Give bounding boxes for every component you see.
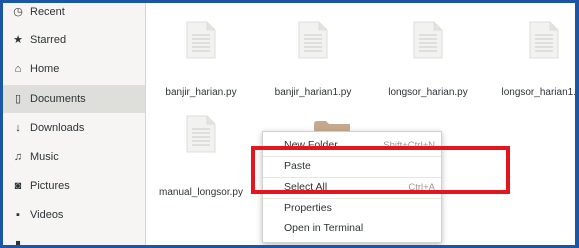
python-file-icon	[186, 21, 216, 59]
sidebar-item-starred[interactable]: ★ Starred	[3, 26, 145, 54]
document-icon: ▯	[14, 92, 22, 105]
clock-icon: ◷	[13, 5, 23, 18]
menu-item-label: Properties	[284, 202, 332, 214]
menu-item-new-folder[interactable]: New Folder Shift+Ctrl+N	[263, 135, 441, 155]
sidebar-item-label: Pictures	[30, 180, 70, 192]
sidebar-item-partial[interactable]: ▮	[3, 231, 145, 245]
menu-item-paste[interactable]: Paste	[263, 156, 441, 176]
menu-item-select-all[interactable]: Select All Ctrl+A	[263, 177, 441, 197]
file-name: longsor_harian1.py	[501, 87, 575, 98]
trash-icon: ▮	[14, 238, 22, 245]
sidebar-item-videos[interactable]: ▪ Videos	[3, 201, 145, 229]
sidebar-item-label: Home	[30, 63, 60, 75]
menu-item-label: Select All	[284, 181, 328, 193]
video-icon: ▪	[16, 208, 20, 221]
music-icon: ♫	[13, 150, 23, 163]
file-item[interactable]: banjir_harian1.py	[258, 21, 368, 111]
file-name: manual_longsor.py	[159, 187, 243, 198]
python-file-icon	[298, 21, 328, 59]
sidebar-item-label: Downloads	[30, 122, 85, 134]
file-name: banjir_harian1.py	[274, 87, 352, 98]
file-name: longsor_harian.py	[388, 87, 468, 98]
file-item[interactable]: manual_longsor.py	[146, 115, 256, 205]
python-file-icon	[186, 115, 216, 153]
sidebar-item-recent[interactable]: ◷ Recent	[3, 3, 145, 26]
menu-item-open-terminal[interactable]: Open in Terminal	[263, 218, 441, 238]
star-icon: ★	[13, 33, 23, 46]
context-menu: New Folder Shift+Ctrl+N Paste Select All…	[262, 131, 442, 243]
sidebar-item-label: Videos	[30, 209, 64, 221]
file-name: banjir_harian.py	[165, 87, 237, 98]
sidebar-item-downloads[interactable]: ↓ Downloads	[3, 114, 145, 142]
sidebar-item-label: Music	[30, 151, 59, 163]
python-file-icon	[529, 21, 559, 59]
file-item[interactable]: longsor_harian1.py	[489, 21, 575, 111]
menu-item-properties[interactable]: Properties	[263, 198, 441, 218]
menu-item-label: Open in Terminal	[284, 222, 364, 234]
menu-item-label: Paste	[284, 160, 311, 172]
home-icon: ⌂	[14, 62, 22, 75]
menu-item-label: New Folder	[284, 139, 338, 151]
sidebar: ◷ Recent ★ Starred ⌂ Home ▯ Documents ↓ …	[3, 3, 146, 245]
python-file-icon	[413, 21, 443, 59]
file-item[interactable]: banjir_harian.py	[146, 21, 256, 111]
sidebar-item-label: Starred	[30, 34, 67, 46]
download-icon: ↓	[15, 121, 21, 134]
sidebar-item-pictures[interactable]: ◙ Pictures	[3, 172, 145, 200]
camera-icon: ◙	[14, 179, 22, 192]
sidebar-item-label: Documents	[30, 93, 86, 105]
menu-item-shortcut: Ctrl+A	[408, 181, 435, 193]
file-item[interactable]: longsor_harian.py	[373, 21, 483, 111]
sidebar-item-home[interactable]: ⌂ Home	[3, 55, 145, 83]
sidebar-item-label: Recent	[30, 6, 65, 18]
file-manager-window: ◷ Recent ★ Starred ⌂ Home ▯ Documents ↓ …	[3, 3, 575, 245]
sidebar-item-music[interactable]: ♫ Music	[3, 143, 145, 171]
sidebar-item-documents[interactable]: ▯ Documents	[3, 85, 145, 113]
menu-item-shortcut: Shift+Ctrl+N	[383, 139, 435, 151]
